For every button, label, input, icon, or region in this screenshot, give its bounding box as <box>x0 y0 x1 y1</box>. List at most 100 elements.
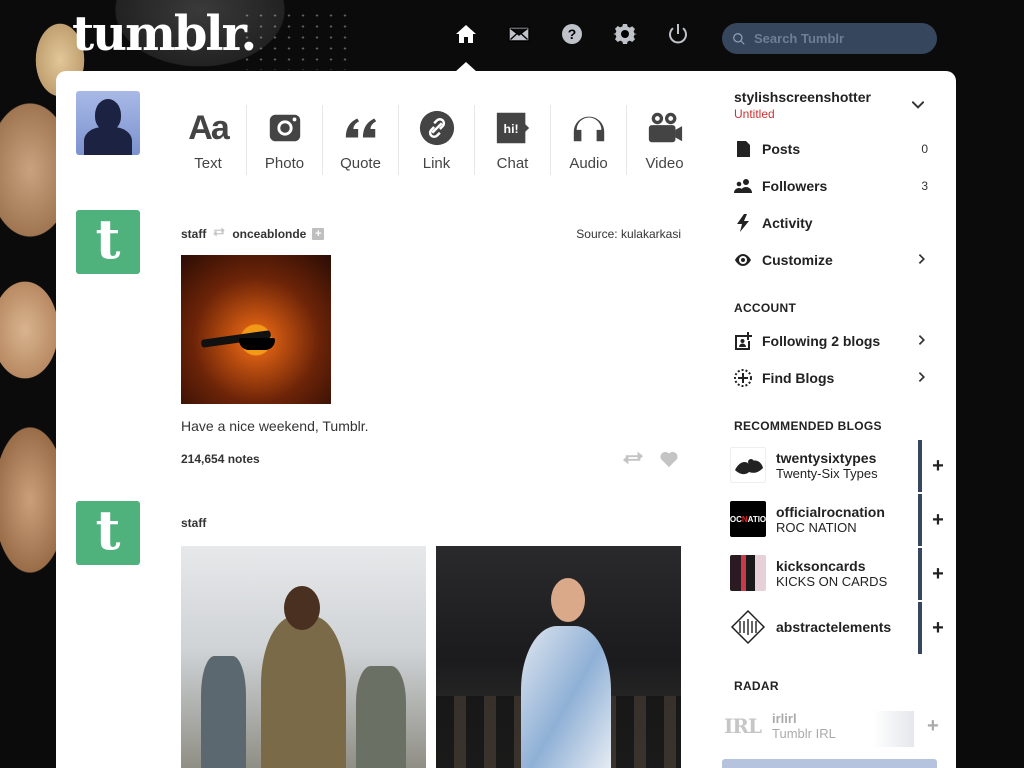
sidebar-item-following[interactable]: Following 2 blogs <box>734 328 928 354</box>
recommended-blog-name: twentysixtypes <box>776 449 877 466</box>
sidebar-item-label: Customize <box>762 252 833 268</box>
sidebar-item-count: 3 <box>921 179 928 193</box>
radar-post[interactable]: IRL irlirl Tumblr IRL + <box>724 701 944 751</box>
compose-quote-button[interactable]: Quote <box>322 105 398 175</box>
help-icon[interactable]: ? <box>558 20 586 48</box>
reblogged-from[interactable]: onceablonde <box>232 227 306 241</box>
chat-icon: hi! <box>496 112 529 144</box>
rocnation-avatar: ROCNATION <box>724 501 772 537</box>
heart-icon[interactable] <box>658 448 680 468</box>
compose-link-label: Link <box>422 155 451 172</box>
staff-avatar[interactable]: t <box>76 501 140 565</box>
search-icon <box>733 32 745 45</box>
compose-chat-button[interactable]: hi! Chat <box>474 105 550 175</box>
sidebar-item-find-blogs[interactable]: Find Blogs <box>734 365 928 391</box>
account-section-title: ACCOUNT <box>734 301 797 315</box>
radar-blog-name: irlirl <box>772 711 797 726</box>
follow-button[interactable]: + <box>918 548 954 600</box>
recommended-blog-name: abstractelements <box>776 619 892 635</box>
compose-video-button[interactable]: Video <box>626 105 702 175</box>
compose-audio-label: Audio <box>569 155 608 172</box>
recommended-blog[interactable]: kicksoncards KICKS ON CARDS + <box>730 548 954 600</box>
recommended-blog[interactable]: abstractelements + <box>730 602 954 654</box>
followers-icon <box>734 177 752 195</box>
radar-follow-button[interactable]: + <box>927 715 939 738</box>
radar-image-preview[interactable] <box>722 759 937 768</box>
sidebar-item-posts[interactable]: Posts 0 <box>734 136 928 162</box>
following-icon <box>734 332 752 350</box>
posts-icon <box>734 140 752 158</box>
camera-icon <box>269 114 300 142</box>
svg-text:?: ? <box>568 26 577 42</box>
reblog-arrow-icon <box>212 226 226 241</box>
post-notes[interactable]: 214,654 notes <box>181 452 260 466</box>
recommended-blog[interactable]: ROCNATION officialrocnation ROC NATION + <box>724 494 954 546</box>
radar-thumbnail <box>874 711 914 747</box>
text-icon: Aa <box>188 109 229 147</box>
follow-button[interactable]: + <box>918 440 954 492</box>
post-photo-runway-2[interactable] <box>436 546 681 768</box>
quote-icon <box>345 118 376 138</box>
blog-name[interactable]: stylishscreenshotter <box>734 89 871 105</box>
kicksoncards-avatar <box>730 555 766 591</box>
sidebar-item-count: 0 <box>921 142 928 156</box>
link-icon <box>419 110 454 146</box>
post-author[interactable]: staff <box>181 516 206 530</box>
compose-quote-label: Quote <box>340 155 381 172</box>
compose-audio-button[interactable]: Audio <box>550 105 626 175</box>
tumblr-t-icon: t <box>95 207 121 271</box>
follow-button[interactable]: + <box>918 494 954 546</box>
dashboard-panel: Aa Text Photo Quote Link hi! Chat Audio … <box>56 71 956 768</box>
twentysixtypes-avatar <box>730 447 766 483</box>
tumblr-logo[interactable]: tumblr. <box>72 6 257 62</box>
staff-avatar[interactable]: t <box>76 210 140 274</box>
user-avatar[interactable] <box>76 91 140 155</box>
compose-text-label: Text <box>194 155 222 172</box>
post-actions <box>622 448 680 468</box>
follow-button[interactable]: + <box>918 602 954 654</box>
sidebar-item-label: Following 2 blogs <box>762 333 881 349</box>
reblog-icon[interactable] <box>622 448 644 468</box>
search-input[interactable] <box>754 31 924 46</box>
sidebar-item-activity[interactable]: Activity <box>734 210 928 236</box>
chat-glyph: hi! <box>503 122 518 136</box>
compose-video-label: Video <box>645 155 684 172</box>
headphones-icon <box>573 116 604 142</box>
irl-logo: IRL <box>724 714 762 738</box>
recommended-blog-title: Twenty-Six Types <box>776 465 878 481</box>
settings-icon[interactable] <box>611 20 639 48</box>
power-icon[interactable] <box>664 20 692 48</box>
compose-text-button[interactable]: Aa Text <box>170 105 246 175</box>
recommended-blog[interactable]: twentysixtypes Twenty-Six Types + <box>730 440 954 492</box>
source-value[interactable]: kulakarkasi <box>621 227 681 241</box>
abstractelements-avatar <box>730 609 766 645</box>
recommended-blog-title: ROC NATION <box>776 519 857 535</box>
post-photo-runway-1[interactable] <box>181 546 426 768</box>
home-icon[interactable] <box>452 20 480 48</box>
chevron-right-icon <box>918 251 928 269</box>
chevron-right-icon <box>918 369 928 387</box>
sidebar-item-label: Posts <box>762 141 801 157</box>
mail-icon[interactable] <box>505 20 533 48</box>
recommended-blog-name: officialrocnation <box>776 503 885 520</box>
compose-photo-button[interactable]: Photo <box>246 105 322 175</box>
post-author[interactable]: staff <box>181 227 206 241</box>
compose-photo-label: Photo <box>264 155 305 172</box>
compose-link-button[interactable]: Link <box>398 105 474 175</box>
find-blogs-icon <box>734 369 752 387</box>
sidebar-item-customize[interactable]: Customize <box>734 247 928 273</box>
compose-chat-label: Chat <box>496 155 529 172</box>
post-caption: Have a nice weekend, Tumblr. <box>181 418 369 434</box>
video-camera-icon <box>648 112 682 143</box>
tumblr-t-icon: t <box>95 498 121 562</box>
search-bar[interactable] <box>722 23 937 54</box>
post-photo-sunset[interactable] <box>181 255 331 404</box>
follow-plus-icon[interactable]: + <box>312 227 325 240</box>
sidebar-item-followers[interactable]: Followers 3 <box>734 173 928 199</box>
blog-subtitle: Untitled <box>734 107 775 121</box>
post-source[interactable]: Source: kulakarkasi <box>576 227 681 241</box>
source-label: Source: <box>576 227 618 241</box>
chevron-down-icon[interactable] <box>911 97 925 109</box>
post-header: staff <box>181 516 206 530</box>
recommended-section-title: RECOMMENDED BLOGS <box>734 419 882 433</box>
